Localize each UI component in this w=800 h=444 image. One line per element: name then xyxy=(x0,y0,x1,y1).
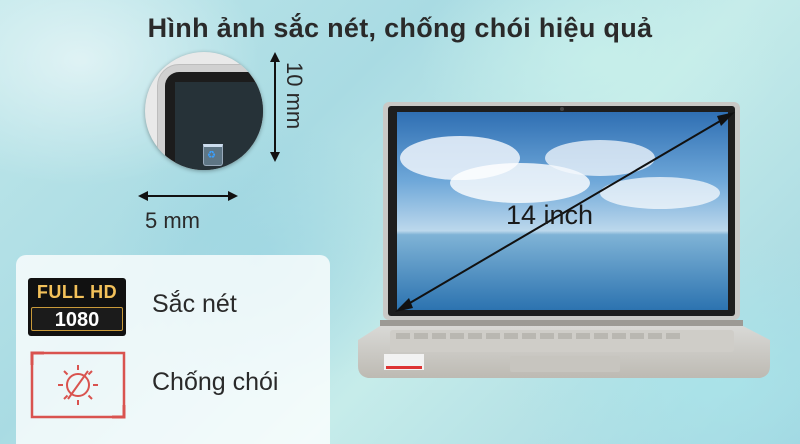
antiglare-label: Chống chói xyxy=(152,368,279,396)
full-hd-badge: FULL HD 1080 xyxy=(28,278,126,336)
fhd-badge-line2: 1080 xyxy=(31,307,123,331)
bezel-vertical-label: 10 mm xyxy=(282,62,307,130)
sharp-label: Sắc nét xyxy=(152,290,237,318)
page-title: Hình ảnh sắc nét, chống chói hiệu quả xyxy=(147,13,653,43)
fhd-badge-line1: FULL HD xyxy=(36,282,118,302)
screen-size-label: 14 inch xyxy=(506,200,594,230)
horizontal-dimension-arrow xyxy=(138,191,238,201)
bezel-horizontal-label: 5 mm xyxy=(145,208,200,233)
bezel-zoom-image: ♻ xyxy=(145,52,263,170)
anti-glare-icon xyxy=(30,351,126,419)
